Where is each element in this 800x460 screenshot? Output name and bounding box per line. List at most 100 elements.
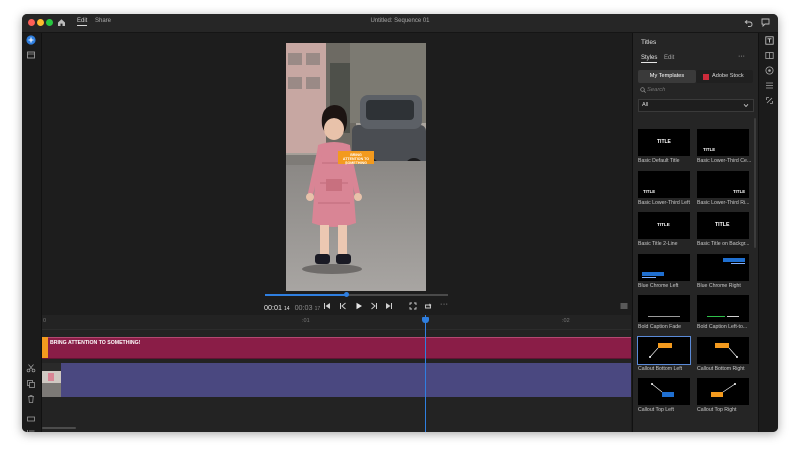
template-thumbnail[interactable] bbox=[637, 335, 691, 365]
total-frames: 17 bbox=[314, 306, 321, 312]
program-monitor: BRING ATTENTION TO SOMETHING bbox=[42, 33, 631, 291]
template-thumbnail[interactable] bbox=[638, 253, 690, 281]
hamburger-menu-icon[interactable] bbox=[620, 303, 628, 309]
template-thumbnail[interactable]: TITLE bbox=[697, 212, 749, 239]
window-title: Untitled: Sequence 01 bbox=[370, 18, 430, 24]
callout-overlay-text: BRING ATTENTION TO SOMETHING bbox=[342, 153, 370, 166]
template-preview-text: TITLE bbox=[703, 147, 716, 152]
zoom-window-button[interactable] bbox=[46, 19, 53, 26]
audio-icon bbox=[765, 82, 773, 89]
media-button[interactable] bbox=[26, 50, 36, 60]
loop-icon[interactable] bbox=[424, 302, 432, 310]
template-name: Callout Bottom Right bbox=[697, 365, 745, 372]
transitions-button[interactable] bbox=[764, 51, 774, 60]
template-preview-graphic bbox=[707, 316, 739, 317]
template-thumbnail[interactable] bbox=[697, 253, 749, 281]
template-thumbnail[interactable]: TITLE bbox=[697, 170, 749, 198]
template-preview-text: TITLE bbox=[657, 139, 671, 145]
panel-scrollbar[interactable] bbox=[754, 118, 756, 248]
duplicate-icon bbox=[27, 380, 35, 388]
scrub-handle[interactable] bbox=[343, 292, 349, 297]
title-clip[interactable]: BRING ATTENTION TO SOMETHING! bbox=[42, 337, 631, 359]
play-icon[interactable] bbox=[355, 302, 363, 310]
go-to-end-icon[interactable] bbox=[385, 302, 393, 310]
template-thumbnail[interactable]: TITLE bbox=[638, 212, 690, 239]
template-name: Basic Lower-Third Left bbox=[638, 199, 690, 206]
right-toolbar bbox=[758, 33, 778, 432]
current-frames: 14 bbox=[284, 306, 290, 312]
ruler-label-2: :02 bbox=[562, 318, 570, 324]
transport-bar: 00:01 14 00:03 17 ··· bbox=[42, 291, 631, 315]
template-thumbnail[interactable] bbox=[697, 378, 749, 405]
duplicate-button[interactable] bbox=[26, 379, 36, 389]
close-window-button[interactable] bbox=[28, 19, 35, 26]
template-name: Basic Default Title bbox=[638, 158, 680, 164]
template-thumbnail[interactable]: TITLE bbox=[697, 129, 749, 156]
track-list-icon bbox=[27, 430, 35, 432]
playhead-handle[interactable] bbox=[421, 317, 429, 323]
template-preview-text: TITLE bbox=[643, 188, 656, 194]
scissors-icon bbox=[26, 364, 36, 373]
video-clip-thumbnail bbox=[42, 363, 61, 397]
template-name: Basic Lower-Third Ce... bbox=[697, 158, 751, 164]
template-thumbnail[interactable] bbox=[638, 378, 690, 405]
more-options-icon[interactable]: ··· bbox=[440, 301, 449, 308]
minimize-window-button[interactable] bbox=[37, 19, 44, 26]
home-icon[interactable] bbox=[57, 18, 66, 27]
titles-button[interactable] bbox=[764, 36, 774, 45]
go-to-start-icon[interactable] bbox=[323, 302, 331, 310]
template-thumbnail[interactable] bbox=[638, 295, 690, 322]
title-clip-handle[interactable] bbox=[42, 337, 48, 358]
timeline: 0 :01 :02 BRING ATTENTION TO SOMETHING! bbox=[42, 315, 631, 432]
timeline-scrollbar[interactable] bbox=[42, 427, 76, 429]
feedback-icon[interactable] bbox=[761, 18, 770, 27]
color-button[interactable] bbox=[764, 66, 774, 75]
video-clip[interactable] bbox=[42, 363, 631, 397]
template-preview-text: TITLE bbox=[733, 188, 746, 194]
video-frame: BRING ATTENTION TO SOMETHING bbox=[286, 43, 426, 291]
track-size-icon bbox=[27, 416, 35, 422]
ruler-label-0: 0 bbox=[43, 318, 47, 324]
template-thumbnail[interactable]: TITLE bbox=[638, 129, 690, 156]
cut-button[interactable] bbox=[26, 363, 36, 373]
transform-button[interactable] bbox=[764, 96, 774, 105]
track-size-button[interactable] bbox=[26, 414, 36, 424]
template-name: Callout Bottom Left bbox=[638, 365, 683, 372]
template-preview-graphic bbox=[648, 316, 680, 317]
template-name: Bold Caption Left-to... bbox=[697, 324, 748, 330]
title-clip-label: BRING ATTENTION TO SOMETHING! bbox=[50, 340, 141, 346]
template-name: Callout Top Right bbox=[697, 407, 737, 413]
undo-icon[interactable] bbox=[744, 19, 753, 27]
title-bar: Edit Share Untitled: Sequence 01 bbox=[22, 14, 778, 33]
audio-button[interactable] bbox=[764, 81, 774, 90]
template-preview-graphic bbox=[649, 342, 672, 358]
template-name: Basic Lower-Third Ri... bbox=[697, 199, 750, 206]
delete-button[interactable] bbox=[26, 394, 36, 404]
trash-icon bbox=[28, 395, 34, 403]
tab-share[interactable]: Share bbox=[95, 18, 111, 24]
tab-edit[interactable]: Edit bbox=[77, 18, 88, 26]
scrub-bar[interactable] bbox=[265, 292, 448, 297]
fullscreen-icon[interactable] bbox=[409, 302, 417, 310]
app-window: Edit Share Untitled: Sequence 01 BRING A… bbox=[22, 14, 778, 432]
current-time: 00:01 bbox=[264, 303, 282, 312]
add-media-button[interactable] bbox=[26, 35, 36, 45]
template-preview-graphic bbox=[715, 342, 738, 358]
scrub-progress bbox=[265, 294, 346, 296]
step-back-icon[interactable] bbox=[339, 302, 347, 310]
ruler-label-1: :01 bbox=[302, 318, 310, 324]
template-name: Blue Chrome Left bbox=[638, 282, 679, 289]
time-ruler[interactable]: 0 :01 :02 bbox=[42, 315, 631, 330]
step-forward-icon[interactable] bbox=[370, 302, 378, 310]
titles-icon bbox=[764, 36, 774, 45]
total-time: 00:03 bbox=[294, 303, 313, 312]
template-thumbnail[interactable]: TITLE bbox=[638, 170, 690, 198]
template-thumbnail[interactable] bbox=[697, 336, 749, 364]
titles-panel: Titles Styles Edit ··· My Templates Adob… bbox=[632, 33, 758, 432]
transitions-icon bbox=[764, 52, 774, 59]
track-list-button[interactable] bbox=[26, 428, 36, 432]
template-thumbnail[interactable] bbox=[697, 295, 749, 322]
playhead[interactable] bbox=[421, 315, 429, 432]
template-preview-graphic bbox=[723, 257, 745, 264]
add-icon bbox=[26, 35, 36, 45]
